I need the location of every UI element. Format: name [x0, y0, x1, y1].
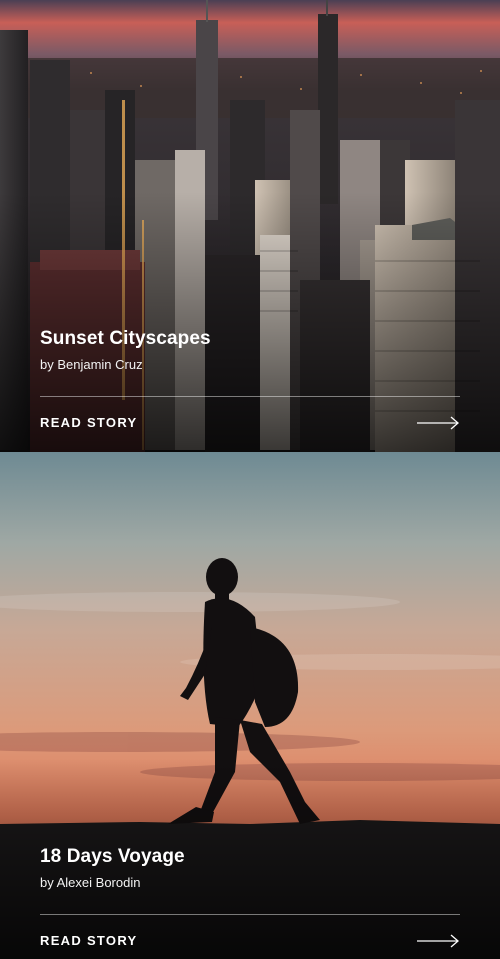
read-story-label: READ STORY — [40, 415, 138, 430]
divider — [40, 914, 460, 915]
arrow-right-icon — [417, 416, 459, 429]
story-author: by Benjamin Cruz — [40, 357, 143, 372]
read-story-label: READ STORY — [40, 933, 138, 948]
divider — [40, 396, 460, 397]
read-story-link[interactable]: READ STORY — [40, 415, 460, 430]
arrow-right-icon — [417, 934, 459, 947]
story-title: 18 Days Voyage — [40, 846, 185, 867]
story-content: 18 Days Voyage by Alexei Borodin READ ST… — [40, 844, 460, 948]
read-story-link[interactable]: READ STORY — [40, 933, 460, 948]
story-content: Sunset Cityscapes by Benjamin Cruz READ … — [40, 326, 460, 430]
story-title: Sunset Cityscapes — [40, 328, 211, 349]
story-card[interactable]: Sunset Cityscapes by Benjamin Cruz READ … — [0, 0, 500, 452]
story-author: by Alexei Borodin — [40, 875, 141, 890]
story-card[interactable]: 18 Days Voyage by Alexei Borodin READ ST… — [0, 452, 500, 959]
